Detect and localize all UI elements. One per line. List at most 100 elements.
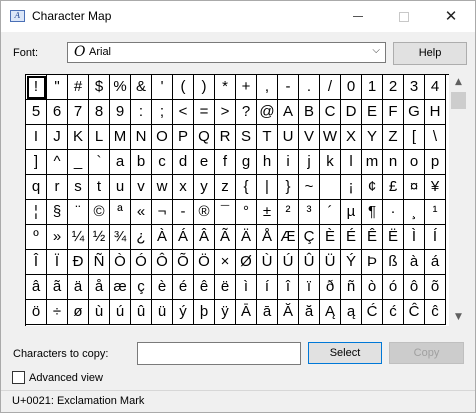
character-cell[interactable]: j xyxy=(299,150,320,175)
scroll-up-arrow-icon[interactable]: ▲ xyxy=(450,74,467,91)
character-cell[interactable]: A xyxy=(278,100,299,125)
character-cell[interactable]: q xyxy=(26,175,47,200)
scrollbar-thumb[interactable] xyxy=(451,92,466,109)
character-cell[interactable]: I xyxy=(26,125,47,150)
character-cell[interactable]: Þ xyxy=(362,250,383,275)
character-cell[interactable]: B xyxy=(299,100,320,125)
character-cell[interactable]: ° xyxy=(236,200,257,225)
character-cell[interactable]: ù xyxy=(89,300,110,325)
character-cell[interactable]: â xyxy=(26,275,47,300)
character-cell[interactable]: ¬ xyxy=(152,200,173,225)
character-cell[interactable]: = xyxy=(194,100,215,125)
character-cell[interactable]: e xyxy=(194,150,215,175)
character-cell[interactable]: Ą xyxy=(320,300,341,325)
character-cell[interactable]: 0 xyxy=(341,75,362,100)
character-cell[interactable]: ì xyxy=(236,275,257,300)
character-cell[interactable]: É xyxy=(341,225,362,250)
character-cell[interactable]: æ xyxy=(110,275,131,300)
character-cell[interactable]: * xyxy=(215,75,236,100)
character-cell[interactable]: ¡ xyxy=(341,175,362,200)
character-cell[interactable]: à xyxy=(404,250,425,275)
character-cell[interactable]: / xyxy=(320,75,341,100)
character-cell[interactable]: ¿ xyxy=(131,225,152,250)
character-cell[interactable]: z xyxy=(215,175,236,200)
character-cell[interactable]: ą xyxy=(341,300,362,325)
character-cell[interactable]: Ā xyxy=(236,300,257,325)
character-cell[interactable]: @ xyxy=(257,100,278,125)
character-cell[interactable]: E xyxy=(362,100,383,125)
character-cell[interactable]: Å xyxy=(257,225,278,250)
character-cell[interactable]: ¨ xyxy=(68,200,89,225)
character-cell[interactable]: ß xyxy=(383,250,404,275)
character-cell[interactable]: x xyxy=(173,175,194,200)
character-cell[interactable]: Ä xyxy=(236,225,257,250)
character-cell[interactable]: Ö xyxy=(194,250,215,275)
character-cell[interactable]: Û xyxy=(299,250,320,275)
character-cell[interactable]: © xyxy=(89,200,110,225)
title-bar[interactable]: A Character Map ✕ xyxy=(1,1,475,32)
character-cell[interactable]: ð xyxy=(320,275,341,300)
character-cell[interactable]: î xyxy=(278,275,299,300)
character-cell[interactable]: ¸ xyxy=(404,200,425,225)
character-cell[interactable]: ; xyxy=(152,100,173,125)
character-cell[interactable]: y xyxy=(194,175,215,200)
character-cell[interactable]: å xyxy=(89,275,110,300)
character-cell[interactable]: M xyxy=(110,125,131,150)
character-cell[interactable]: ¼ xyxy=(68,225,89,250)
character-cell[interactable]: 3 xyxy=(404,75,425,100)
character-cell[interactable]: ® xyxy=(194,200,215,225)
character-cell[interactable]: ' xyxy=(152,75,173,100)
character-cell[interactable]: µ xyxy=(341,200,362,225)
character-cell[interactable]: K xyxy=(68,125,89,150)
character-cell[interactable]: Õ xyxy=(173,250,194,275)
character-cell[interactable]: ñ xyxy=(341,275,362,300)
character-cell[interactable]: f xyxy=(215,150,236,175)
character-cell[interactable]: ¢ xyxy=(362,175,383,200)
character-cell[interactable]: Ñ xyxy=(89,250,110,275)
minimize-button[interactable] xyxy=(335,1,381,32)
character-cell[interactable]: ª xyxy=(110,200,131,225)
character-cell[interactable]: Ó xyxy=(131,250,152,275)
character-cell[interactable]: ú xyxy=(110,300,131,325)
character-cell[interactable]: { xyxy=(236,175,257,200)
character-cell[interactable]: ê xyxy=(194,275,215,300)
character-cell[interactable]: Y xyxy=(362,125,383,150)
character-cell[interactable]: b xyxy=(131,150,152,175)
character-cell[interactable]: d xyxy=(173,150,194,175)
character-cell[interactable]: F xyxy=(383,100,404,125)
character-cell[interactable]: r xyxy=(47,175,68,200)
character-cell[interactable]: # xyxy=(68,75,89,100)
character-cell[interactable]: ! xyxy=(26,75,47,100)
character-cell[interactable]: \ xyxy=(425,125,446,150)
character-cell[interactable]: ü xyxy=(152,300,173,325)
character-cell[interactable]: N xyxy=(131,125,152,150)
character-cell[interactable]: ý xyxy=(173,300,194,325)
character-cell[interactable]: ë xyxy=(215,275,236,300)
character-cell[interactable]: Ì xyxy=(404,225,425,250)
character-cell[interactable]: ÷ xyxy=(47,300,68,325)
character-cell[interactable]: è xyxy=(152,275,173,300)
character-cell[interactable]: Â xyxy=(194,225,215,250)
character-cell[interactable]: ć xyxy=(383,300,404,325)
character-cell[interactable]: Ò xyxy=(110,250,131,275)
character-cell[interactable]: 2 xyxy=(383,75,404,100)
character-cell[interactable]: » xyxy=(47,225,68,250)
character-cell[interactable]: ¥ xyxy=(425,175,446,200)
character-cell[interactable]: ` xyxy=(89,150,110,175)
character-cell[interactable]: Q xyxy=(194,125,215,150)
character-cell[interactable]: Ê xyxy=(362,225,383,250)
character-cell[interactable]: ā xyxy=(257,300,278,325)
character-cell[interactable]: ÿ xyxy=(215,300,236,325)
character-cell[interactable]: Ý xyxy=(341,250,362,275)
character-cell[interactable]: _ xyxy=(68,150,89,175)
character-cell[interactable]: " xyxy=(47,75,68,100)
character-cell[interactable]: l xyxy=(341,150,362,175)
character-cell[interactable]: ø xyxy=(68,300,89,325)
character-cell[interactable]: ¶ xyxy=(362,200,383,225)
character-grid[interactable]: ! " # $% & '() * +, -./0 1 2 3 4 5 6 7 8 9:; < = >? @ A B C D E F G H… xyxy=(25,74,449,326)
character-cell[interactable]: Ð xyxy=(68,250,89,275)
character-cell[interactable]: 4 xyxy=(425,75,446,100)
character-cell[interactable]: Ø xyxy=(236,250,257,275)
character-cell[interactable]: ä xyxy=(68,275,89,300)
character-cell[interactable]: % xyxy=(110,75,131,100)
